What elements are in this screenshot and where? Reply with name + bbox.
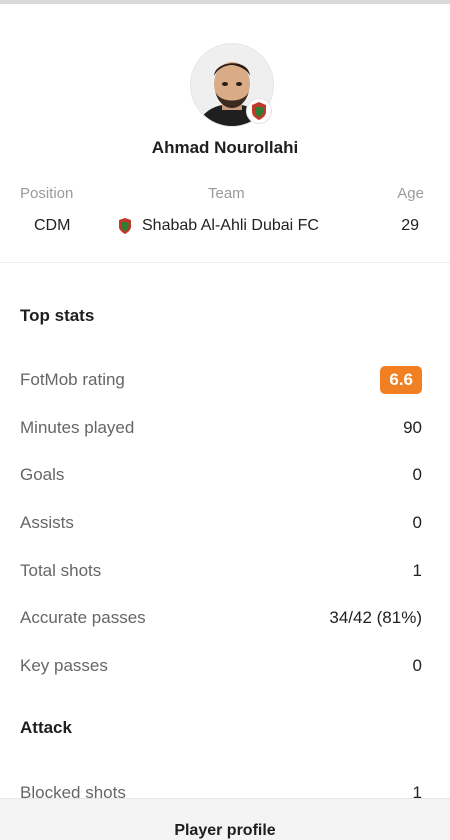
team-value[interactable]: Shabab Al-Ahli Dubai FC xyxy=(142,217,319,235)
player-name: Ahmad Nourollahi xyxy=(151,138,299,157)
stat-value: 1 xyxy=(412,561,422,580)
stat-row-assists: Assists 0 xyxy=(20,509,422,537)
position-value: CDM xyxy=(34,217,71,234)
player-profile-button[interactable]: Player profile xyxy=(0,822,450,840)
header-divider xyxy=(0,262,450,263)
stat-row-fotmob-rating: FotMob rating 6.6 xyxy=(20,366,422,394)
stat-row-minutes-played: Minutes played 90 xyxy=(20,414,422,442)
team-logo-icon xyxy=(115,216,135,236)
stat-label: Total shots xyxy=(20,561,102,580)
stat-row-key-passes: Key passes 0 xyxy=(20,652,422,680)
stat-row-total-shots: Total shots 1 xyxy=(20,557,422,585)
position-label: Position xyxy=(20,185,74,202)
stat-label: Minutes played xyxy=(20,418,135,437)
attack-title: Attack xyxy=(20,718,72,737)
top-stats-title: Top stats xyxy=(20,306,95,325)
stat-value: 34/42 (81%) xyxy=(329,608,422,627)
stat-row-goals: Goals 0 xyxy=(20,461,422,489)
team-crest-icon xyxy=(246,98,272,124)
footer-bar: Player profile xyxy=(0,798,450,840)
stat-label: Key passes xyxy=(20,656,108,675)
stat-row-accurate-passes: Accurate passes 34/42 (81%) xyxy=(20,604,422,632)
age-value: 29 xyxy=(401,217,419,234)
stat-value: 90 xyxy=(403,418,422,437)
stat-value: 0 xyxy=(412,465,422,484)
stat-label: FotMob rating xyxy=(20,370,125,389)
stat-label: Accurate passes xyxy=(20,608,146,627)
stat-label: Goals xyxy=(20,465,65,484)
rating-badge: 6.6 xyxy=(380,366,422,394)
age-label: Age xyxy=(397,185,424,202)
stat-value: 0 xyxy=(412,656,422,675)
team-label: Team xyxy=(208,185,245,202)
stat-value: 0 xyxy=(412,513,422,532)
stat-label: Assists xyxy=(20,513,74,532)
